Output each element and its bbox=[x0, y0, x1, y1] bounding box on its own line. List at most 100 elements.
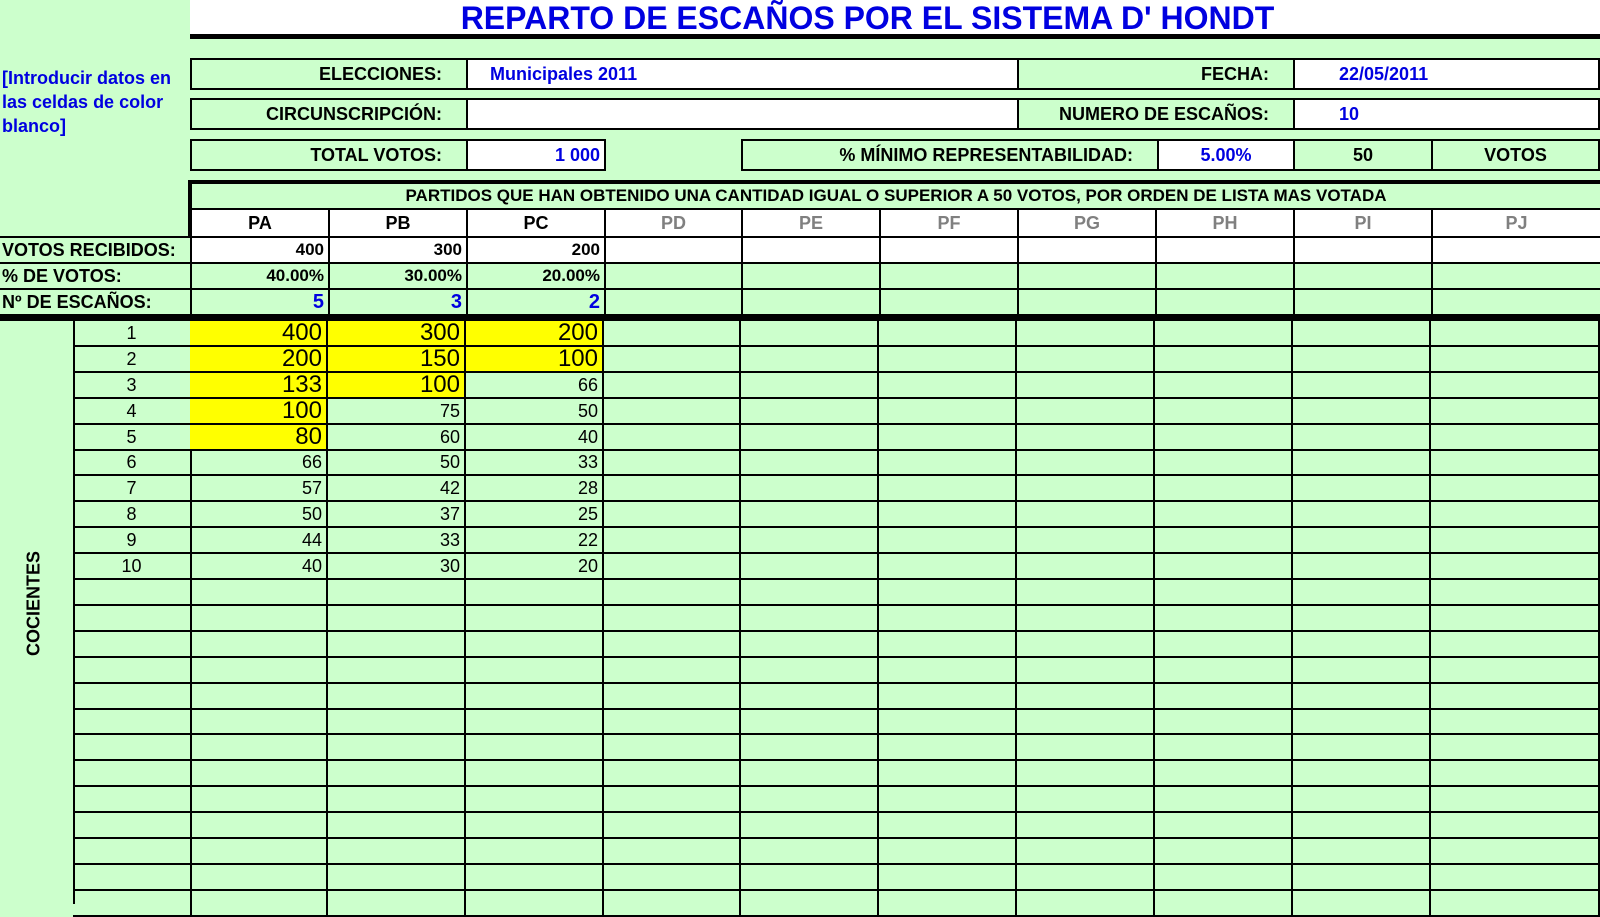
party-header-pc[interactable]: PC bbox=[466, 208, 606, 238]
votos-recibidos-pa[interactable]: 400 bbox=[190, 236, 330, 264]
quotient-cell bbox=[1293, 321, 1431, 347]
quotient-cell bbox=[604, 813, 741, 839]
quotient-cell: 200 bbox=[466, 321, 604, 347]
quotient-cell bbox=[1155, 528, 1293, 554]
title-underline bbox=[190, 34, 1600, 39]
quotient-cell bbox=[1431, 684, 1600, 710]
quotient-cell: 28 bbox=[466, 476, 604, 502]
quotient-cell bbox=[879, 347, 1017, 373]
numero-escanos-input[interactable]: 10 bbox=[1293, 98, 1600, 130]
party-header-pg[interactable]: PG bbox=[1017, 208, 1157, 238]
quotient-cell bbox=[466, 606, 604, 632]
elecciones-input[interactable]: Municipales 2011 bbox=[466, 58, 1019, 90]
quotient-cell bbox=[1017, 425, 1155, 451]
quotient-cell bbox=[604, 476, 741, 502]
party-header-pb[interactable]: PB bbox=[328, 208, 468, 238]
votos-recibidos-pg[interactable] bbox=[1017, 236, 1157, 264]
votos-recibidos-pc[interactable]: 200 bbox=[466, 236, 606, 264]
quotient-cell bbox=[466, 632, 604, 658]
quotient-cell bbox=[879, 787, 1017, 813]
quotient-cell bbox=[1293, 632, 1431, 658]
party-header-ph[interactable]: PH bbox=[1155, 208, 1295, 238]
party-header-pj[interactable]: PJ bbox=[1431, 208, 1600, 238]
quotient-cell bbox=[879, 321, 1017, 347]
quotient-cell bbox=[879, 580, 1017, 606]
votos-recibidos-pf[interactable] bbox=[879, 236, 1019, 264]
party-header-pa[interactable]: PA bbox=[190, 208, 330, 238]
quotient-cell bbox=[1017, 632, 1155, 658]
quotient-index: 3 bbox=[73, 373, 192, 399]
quotient-cell bbox=[741, 710, 879, 735]
quotient-cell bbox=[741, 502, 879, 528]
fecha-input[interactable]: 22/05/2011 bbox=[1293, 58, 1600, 90]
total-votos-input[interactable]: 1 000 bbox=[466, 139, 606, 171]
quotient-cell bbox=[1293, 554, 1431, 580]
quotient-cell bbox=[1155, 606, 1293, 632]
quotient-cell bbox=[1431, 528, 1600, 554]
quotient-cell bbox=[466, 891, 604, 917]
quotient-cell bbox=[879, 710, 1017, 735]
quotient-cell bbox=[741, 399, 879, 425]
quotient-cell bbox=[1017, 658, 1155, 684]
quotient-cell bbox=[1017, 451, 1155, 476]
quotient-cell bbox=[1293, 347, 1431, 373]
quotient-cell bbox=[466, 813, 604, 839]
quotient-cell bbox=[1155, 813, 1293, 839]
party-header-pe[interactable]: PE bbox=[741, 208, 881, 238]
num-escanos-pd bbox=[604, 288, 743, 316]
votos-recibidos-pj[interactable] bbox=[1431, 236, 1600, 264]
quotient-cell bbox=[1431, 502, 1600, 528]
quotient-cell bbox=[879, 891, 1017, 917]
fecha-label: FECHA: bbox=[1017, 58, 1295, 90]
quotient-cell bbox=[466, 658, 604, 684]
quotient-cell bbox=[466, 761, 604, 787]
minimo-representabilidad-input[interactable]: 5.00% bbox=[1157, 139, 1295, 171]
votos-recibidos-pd[interactable] bbox=[604, 236, 743, 264]
quotient-cell bbox=[604, 761, 741, 787]
quotient-index bbox=[73, 735, 192, 761]
quotient-cell: 66 bbox=[466, 373, 604, 399]
quotient-cell: 20 bbox=[466, 554, 604, 580]
quotient-cell bbox=[741, 476, 879, 502]
quotient-cell bbox=[1155, 787, 1293, 813]
quotient-cell: 30 bbox=[328, 554, 466, 580]
quotient-cell bbox=[879, 658, 1017, 684]
quotient-cell bbox=[1017, 528, 1155, 554]
party-header-pi[interactable]: PI bbox=[1293, 208, 1433, 238]
quotient-cell bbox=[1431, 347, 1600, 373]
quotient-cell bbox=[328, 580, 466, 606]
quotient-cell: 300 bbox=[328, 321, 466, 347]
votos-recibidos-pi[interactable] bbox=[1293, 236, 1433, 264]
quotient-cell: 33 bbox=[466, 451, 604, 476]
votos-recibidos-pe[interactable] bbox=[741, 236, 881, 264]
quotient-cell: 25 bbox=[466, 502, 604, 528]
quotient-cell bbox=[604, 839, 741, 865]
circunscripcion-input[interactable] bbox=[466, 98, 1019, 130]
quotient-cell bbox=[1155, 373, 1293, 399]
quotient-cell bbox=[1155, 761, 1293, 787]
quotient-cell bbox=[1293, 399, 1431, 425]
quotient-cell bbox=[741, 373, 879, 399]
num-escanos-pa: 5 bbox=[190, 288, 330, 316]
quotient-cell bbox=[1431, 373, 1600, 399]
quotient-cell bbox=[604, 658, 741, 684]
votos-recibidos-ph[interactable] bbox=[1155, 236, 1295, 264]
quotient-cell bbox=[1155, 425, 1293, 451]
quotient-cell bbox=[1155, 684, 1293, 710]
quotient-cell: 133 bbox=[190, 373, 328, 399]
quotient-cell bbox=[879, 735, 1017, 761]
party-header-pd[interactable]: PD bbox=[604, 208, 743, 238]
quotient-cell bbox=[1293, 891, 1431, 917]
quotient-cell bbox=[879, 476, 1017, 502]
quotient-cell bbox=[1017, 865, 1155, 891]
quotient-cell bbox=[328, 710, 466, 735]
quotient-cell bbox=[1293, 787, 1431, 813]
quotient-cell bbox=[190, 606, 328, 632]
votos-recibidos-pb[interactable]: 300 bbox=[328, 236, 468, 264]
quotient-cell bbox=[1431, 891, 1600, 917]
quotient-cell bbox=[1431, 451, 1600, 476]
quotient-cell bbox=[1293, 606, 1431, 632]
quotient-cell bbox=[1431, 658, 1600, 684]
quotient-cell bbox=[741, 580, 879, 606]
party-header-pf[interactable]: PF bbox=[879, 208, 1019, 238]
